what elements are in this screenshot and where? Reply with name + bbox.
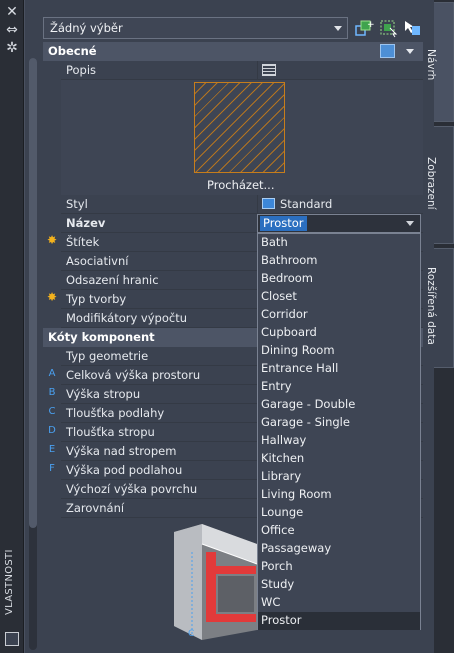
style-value: Standard [280, 197, 333, 211]
dropdown-item[interactable]: Bedroom [258, 270, 420, 288]
row-name-label: Název [66, 216, 106, 230]
row-description-value[interactable] [257, 61, 423, 80]
dropdown-item[interactable]: Dining Room [258, 342, 420, 360]
row-dim-label: Zarovnání [66, 501, 125, 515]
dropdown-item-selected[interactable]: Prostor [258, 612, 420, 630]
dropdown-item[interactable]: Kitchen [258, 450, 420, 468]
dropdown-item[interactable]: Lounge [258, 504, 420, 522]
name-combo[interactable]: Prostor [257, 214, 421, 233]
row-dim-label: Výška stropu [66, 387, 141, 401]
toggle-pickadd-icon [405, 21, 420, 35]
dropdown-item[interactable]: Entry [258, 378, 420, 396]
style-icon [262, 198, 275, 209]
selection-value: Žádný výběr [50, 21, 123, 35]
row-dim-label: Celková výška prostoru [66, 368, 201, 382]
dropdown-item[interactable]: Bath [258, 234, 420, 252]
svg-text:C: C [188, 629, 194, 639]
palette-menu-icon[interactable] [5, 632, 19, 646]
quick-select-button[interactable]: + [354, 18, 375, 38]
space-preview-image: C [174, 524, 257, 640]
star-icon: ✸ [46, 290, 58, 304]
dropdown-item[interactable]: Office [258, 522, 420, 540]
row-style[interactable]: Styl Standard [43, 195, 423, 214]
dropdown-item[interactable]: WC [258, 594, 420, 612]
dropdown-item[interactable]: Garage - Single [258, 414, 420, 432]
palette-title-bar: ✕ ⇔ ✲ VLASTNOSTI [0, 0, 24, 653]
section-general[interactable]: Obecné [43, 42, 423, 61]
dim-marker: F [49, 463, 55, 474]
dim-marker: E [48, 444, 56, 455]
dim-marker: C [48, 406, 56, 417]
dropdown-item[interactable]: Hallway [258, 432, 420, 450]
name-value: Prostor [260, 216, 307, 231]
dropdown-item[interactable]: Garage - Double [258, 396, 420, 414]
section-component-dims-label: Kóty komponent [48, 330, 155, 344]
scrollbar-thumb[interactable] [29, 58, 37, 528]
row-description[interactable]: Popis [43, 61, 423, 80]
row-boundary-offset-label: Odsazení hranic [66, 273, 159, 287]
dropdown-item[interactable]: Library [258, 468, 420, 486]
chevron-down-icon [334, 26, 342, 31]
select-objects-icon [380, 20, 398, 38]
tab-display-label: Zobrazení [425, 157, 437, 210]
settings-icon[interactable]: ✲ [3, 40, 21, 56]
row-description-label: Popis [66, 63, 97, 77]
tab-design[interactable]: Návrh [425, 2, 454, 122]
dim-marker: A [48, 368, 56, 379]
browse-link[interactable]: Procházet... [207, 178, 275, 192]
row-dim-label: Výška pod podlahou [66, 463, 183, 477]
tab-display[interactable]: Zobrazení [425, 126, 454, 244]
dropdown-item[interactable]: Study [258, 576, 420, 594]
svg-text:+: + [367, 20, 374, 30]
row-dim-label: Výška nad stropem [66, 444, 177, 458]
dim-marker: B [48, 387, 56, 398]
scrollbar[interactable] [29, 58, 37, 650]
quick-select-icon: + [355, 20, 375, 36]
chevron-down-icon [406, 221, 414, 226]
row-tag-label: Štítek [66, 235, 100, 249]
row-style-value[interactable]: Standard [257, 195, 423, 214]
row-calc-modifiers-label: Modifikátory výpočtu [66, 311, 188, 325]
style-icon[interactable] [380, 44, 395, 58]
name-dropdown-list[interactable]: Bath Bathroom Bedroom Closet Corridor Cu… [257, 233, 421, 630]
dropdown-item[interactable]: Porch [258, 558, 420, 576]
dropdown-item[interactable]: Cupboard [258, 324, 420, 342]
row-dim-label: Výchozí výška povrchu [66, 482, 198, 496]
row-creation-type-label: Typ tvorby [66, 292, 127, 306]
style-thumbnail[interactable] [194, 82, 285, 173]
toggle-pickadd-button[interactable] [402, 18, 422, 38]
selection-combo[interactable]: Žádný výběr [43, 17, 348, 39]
row-dim-label: Typ geometrie [66, 349, 149, 363]
dropdown-item[interactable]: Passageway [258, 540, 420, 558]
close-icon[interactable]: ✕ [3, 4, 21, 20]
auto-hide-icon[interactable]: ⇔ [3, 22, 21, 38]
dropdown-item[interactable]: Closet [258, 288, 420, 306]
row-associative-label: Asociativní [66, 254, 129, 268]
dropdown-item[interactable]: Corridor [258, 306, 420, 324]
right-tab-strip: Návrh Zobrazení Rozšířená data [425, 0, 454, 653]
row-style-label: Styl [66, 197, 88, 211]
row-dim-label: Tloušťka podlahy [66, 406, 165, 420]
tab-extended-data[interactable]: Rozšířená data [425, 248, 454, 368]
table-icon[interactable] [262, 64, 276, 76]
star-icon: ✸ [46, 233, 58, 247]
tab-extended-data-label: Rozšířená data [425, 267, 437, 345]
collapse-icon[interactable] [406, 49, 414, 54]
section-general-label: Obecné [48, 44, 97, 58]
row-dim-label: Tloušťka stropu [66, 425, 155, 439]
dropdown-item[interactable]: Entrance Hall [258, 360, 420, 378]
dropdown-item[interactable]: Living Room [258, 486, 420, 504]
palette-title: VLASTNOSTI [4, 549, 15, 615]
tab-design-label: Návrh [425, 49, 437, 81]
dim-marker: D [48, 425, 56, 436]
dropdown-item[interactable]: Bathroom [258, 252, 420, 270]
select-objects-button[interactable] [378, 18, 398, 38]
